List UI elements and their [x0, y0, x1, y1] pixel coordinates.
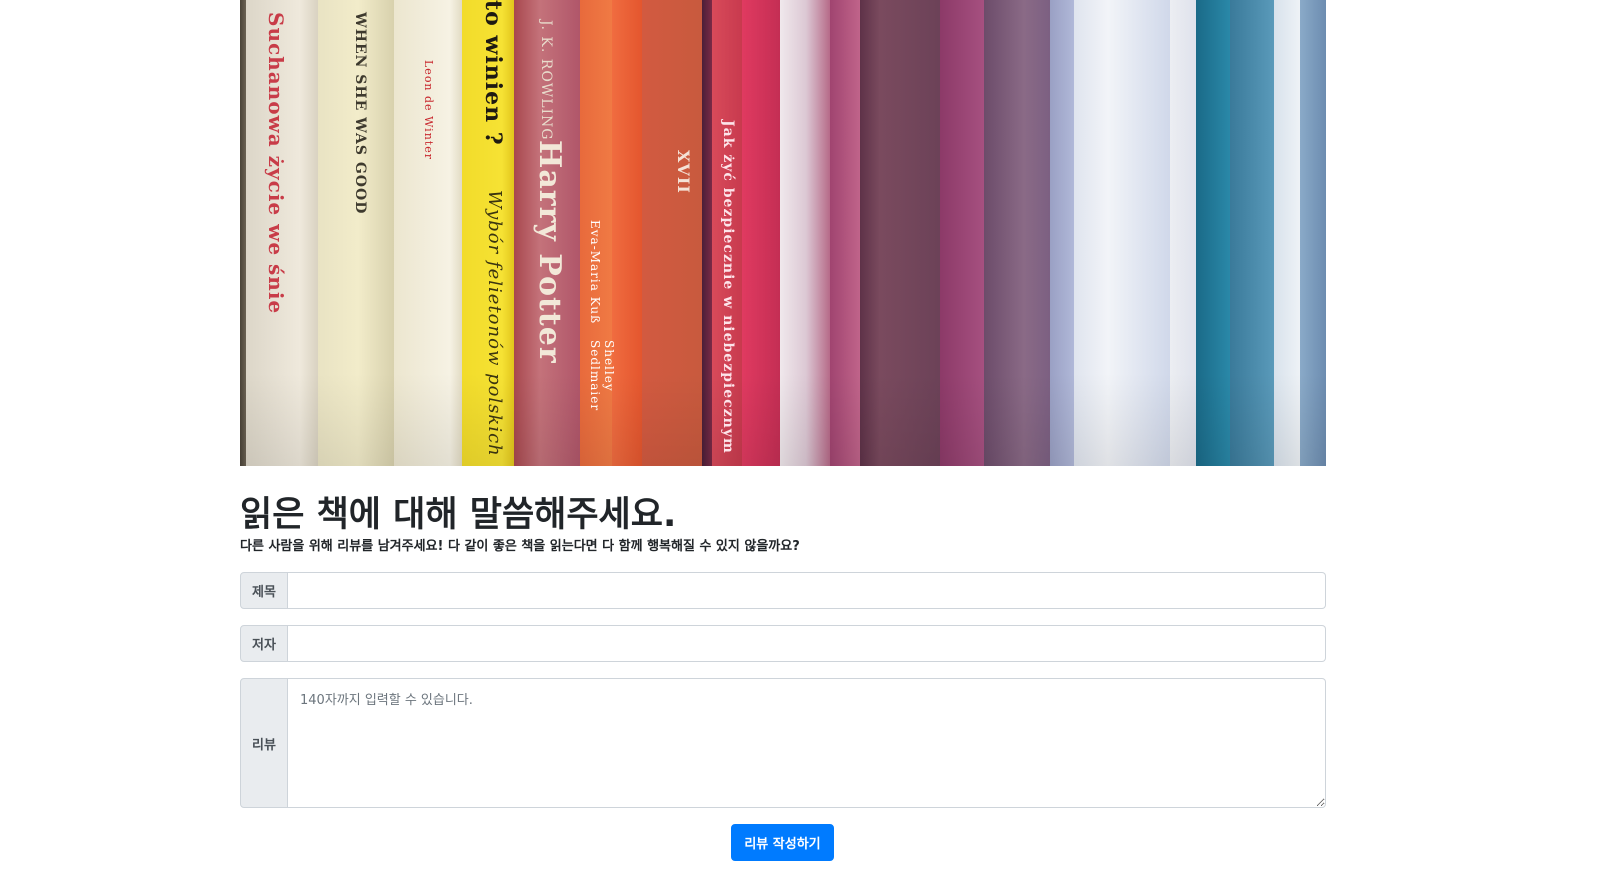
- spine-text: to winien ?: [480, 0, 506, 146]
- spine-text: Shelley Sedlmaier: [588, 340, 616, 412]
- title-input[interactable]: [288, 572, 1326, 609]
- review-label: 리뷰: [240, 678, 288, 808]
- page-container: Suchanowa życie we śnie WHEN SHE WAS GOO…: [240, 0, 1326, 861]
- page-subtitle: 다른 사람을 위해 리뷰를 남겨주세요! 다 같이 좋은 책을 읽는다면 다 함…: [240, 539, 800, 554]
- author-input[interactable]: [288, 625, 1326, 662]
- spine-text: WHEN SHE WAS GOOD: [352, 12, 368, 215]
- spine-text: Harry Potter: [532, 140, 567, 364]
- title-input-group: 제목: [240, 572, 1326, 609]
- spine-text: Jak żyć bezpiecznie w niebezpiecznym: [720, 120, 736, 454]
- author-label: 저자: [240, 625, 288, 662]
- spine-text: J. K. ROWLING: [538, 20, 554, 141]
- spine-text: Eva-Maria Kuß: [588, 220, 602, 325]
- spine-text: Wybór felietonów polskich: [484, 190, 505, 457]
- submit-review-button[interactable]: 리뷰 작성하기: [731, 824, 834, 861]
- spine-text: Suchanowa życie we śnie: [264, 12, 288, 315]
- spine-text: Leon de Winter: [422, 60, 435, 160]
- review-textarea[interactable]: [288, 678, 1326, 808]
- bookshelf-hero-image: Suchanowa życie we śnie WHEN SHE WAS GOO…: [240, 0, 1326, 466]
- title-label: 제목: [240, 572, 288, 609]
- review-input-group: 리뷰: [240, 678, 1326, 808]
- author-input-group: 저자: [240, 625, 1326, 662]
- page-title: 읽은 책에 대해 말씀해주세요.: [240, 495, 677, 535]
- spine-text: XVII: [674, 150, 693, 194]
